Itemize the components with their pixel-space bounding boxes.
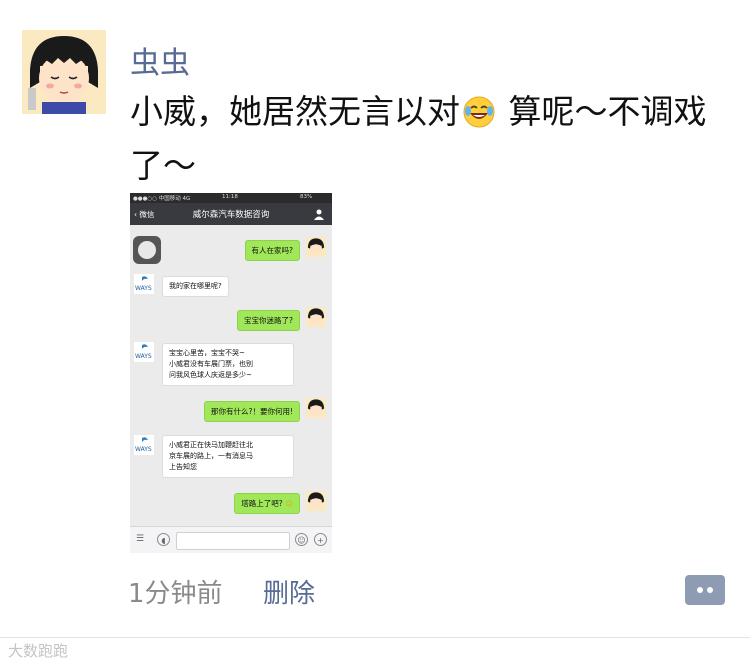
divider: [0, 637, 750, 638]
user-avatar[interactable]: [22, 30, 106, 114]
post-time: 1分钟前: [128, 579, 223, 609]
post-text: 小威，她居然无言以对 算呢～不调戏了～: [130, 88, 730, 190]
phone-user-avatar: [306, 491, 326, 511]
avatar-illustration: [22, 30, 106, 114]
comment-more-button[interactable]: [685, 575, 725, 605]
menu-icon: ☰: [136, 534, 145, 544]
voice-icon: ◖: [157, 533, 170, 546]
person-icon: [314, 209, 324, 220]
phone-user-avatar: [306, 398, 326, 418]
phone-user-avatar: [306, 307, 326, 327]
chat-bubble-right: 那你有什么?！要你何用!: [204, 401, 300, 422]
chat-bubble-left: 我的家在哪里呢?: [162, 276, 229, 297]
phone-input-bar: ☰ ◖ ☺ +: [130, 526, 332, 553]
phone-nav-bar: ‹ 微信 威尔森汽车数据咨询: [130, 203, 332, 225]
chat-bubble-right: 塔路上了吧? ☺: [234, 493, 300, 514]
status-carrier: ●●●○○ 中国移动 4G: [133, 196, 191, 202]
chat-bubble-right: 宝宝你迷路了?: [237, 310, 300, 331]
svg-text:WAYS: WAYS: [135, 353, 152, 360]
assistive-touch-button: [133, 236, 161, 264]
phone-status-bar: ●●●○○ 中国移动 4G 11:18 83%: [130, 193, 332, 203]
ways-logo-icon: WAYS: [134, 342, 154, 362]
status-time: 11:18: [222, 194, 238, 200]
chat-bubble-left: 宝宝心里苦，宝宝不哭~ 小威君没有车展门票，也别 问我风色球人庆返是多少~: [162, 343, 294, 386]
delete-link[interactable]: 删除: [263, 573, 315, 610]
svg-text:WAYS: WAYS: [135, 446, 152, 453]
chat-bubble-left: 小威君正在快马加鞭赶往北 京车展的路上，一有消息马 上告知您: [162, 435, 294, 478]
ways-logo-icon: WAYS: [134, 274, 154, 294]
emoji-icon: ☺: [295, 533, 308, 546]
phone-message-field: [176, 532, 290, 550]
chat-bubble-right: 有人在家吗?: [244, 240, 300, 261]
phone-chat-title: 威尔森汽车数据咨询: [192, 210, 270, 220]
status-battery: 83%: [300, 194, 313, 200]
smiley-emoji-icon: ☺: [285, 499, 293, 508]
svg-text:WAYS: WAYS: [135, 285, 152, 292]
post-username[interactable]: 虫虫: [130, 38, 190, 82]
chat-screenshot-image[interactable]: ●●●○○ 中国移动 4G 11:18 83% ‹ 微信 威尔森汽车数据咨询 有…: [130, 193, 332, 553]
ways-logo-icon: WAYS: [134, 435, 154, 455]
dot-icon: [697, 587, 703, 593]
plus-icon: +: [314, 533, 327, 546]
watermark: 大数跑跑: [8, 642, 69, 660]
post-text-part1: 小威，她居然无言以对: [130, 92, 460, 131]
crying-laughing-emoji-icon: [462, 94, 496, 142]
dot-icon: [707, 587, 713, 593]
phone-user-avatar: [306, 237, 326, 257]
